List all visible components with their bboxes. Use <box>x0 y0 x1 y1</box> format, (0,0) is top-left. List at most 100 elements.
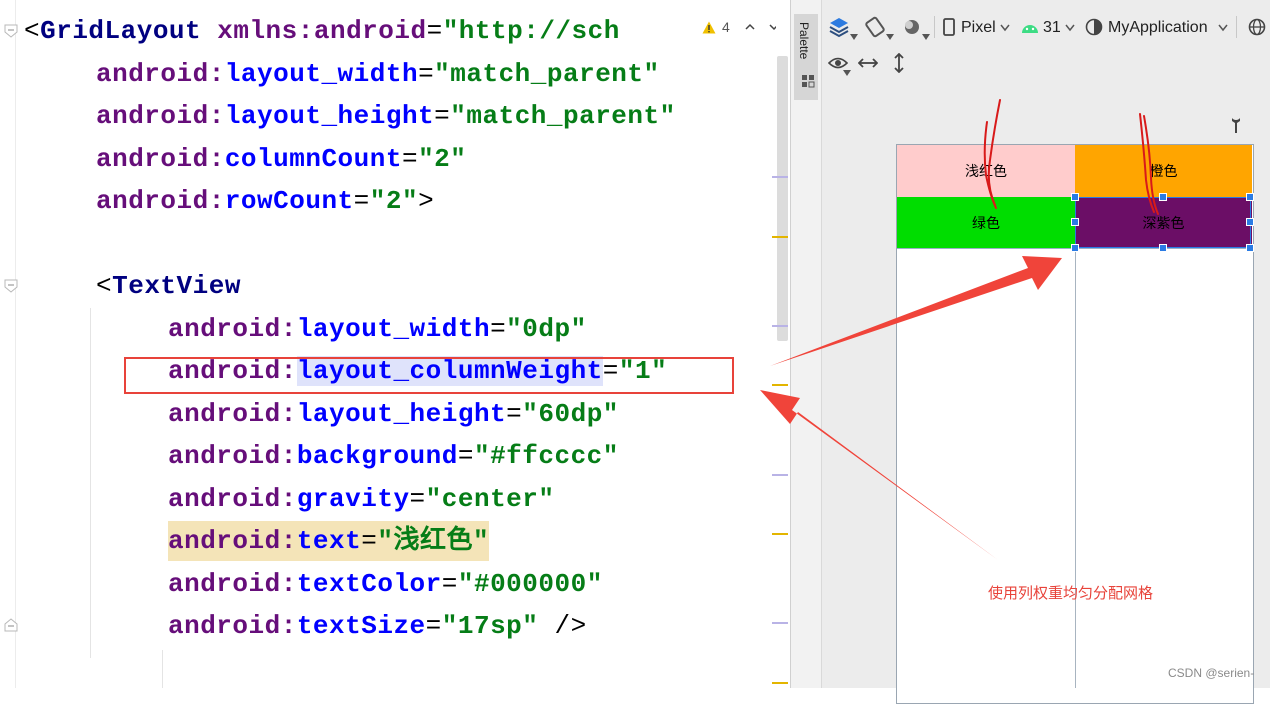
code-line[interactable]: android:columnCount="2" <box>96 139 466 179</box>
resize-handle[interactable] <box>1159 244 1167 252</box>
globe-icon[interactable] <box>1248 18 1266 36</box>
highlight-box-annotation <box>124 357 734 394</box>
vertical-resize-icon[interactable] <box>892 53 906 73</box>
code-token: "#ffcccc" <box>473 441 619 471</box>
code-token: "center" <box>425 483 555 514</box>
code-line[interactable]: android:background="#ffcccc" <box>168 436 619 476</box>
wrench-icon[interactable] <box>1228 116 1244 134</box>
caret-down-icon[interactable] <box>886 34 894 40</box>
code-token: android: <box>168 483 297 514</box>
indent-guide <box>90 308 91 658</box>
code-token: android: <box>96 101 225 131</box>
toolbar-separator <box>1236 16 1237 38</box>
code-token: "0dp" <box>506 313 587 344</box>
code-token: android: <box>168 398 297 429</box>
code-token: android: <box>168 526 297 556</box>
code-line[interactable]: android:textColor="#000000" <box>168 564 603 604</box>
code-token: android: <box>96 186 225 216</box>
code-line[interactable]: android:text="浅红色" <box>168 521 490 561</box>
fold-toggle-icon[interactable] <box>4 24 18 38</box>
layers-icon[interactable] <box>828 16 850 38</box>
code-token: = <box>434 101 451 131</box>
code-token: = <box>361 526 378 556</box>
code-token: < <box>96 271 113 301</box>
code-token: "17sp" <box>441 611 539 641</box>
code-token: android: <box>168 568 297 599</box>
preview-cell-light-red[interactable]: 浅红色 <box>897 145 1075 197</box>
resize-handle[interactable] <box>1246 218 1254 226</box>
api-level-selector[interactable]: 31 <box>1043 18 1061 38</box>
annotation-caption: 使用列权重均匀分配网格 <box>988 585 1154 602</box>
code-line[interactable]: android:layout_height="match_parent" <box>96 96 676 136</box>
code-token: textColor <box>296 568 442 599</box>
chevron-down-icon[interactable] <box>1218 24 1228 32</box>
chevron-down-icon[interactable] <box>1000 24 1010 32</box>
code-token: "2" <box>418 143 467 174</box>
preview-cell-orange[interactable]: 橙色 <box>1075 145 1252 197</box>
code-token: = <box>441 568 458 599</box>
code-token: = <box>490 313 507 344</box>
code-line[interactable]: android:layout_width="match_parent" <box>96 54 660 94</box>
toolbar-separator <box>934 16 935 38</box>
caret-down-icon[interactable] <box>922 34 930 40</box>
scroll-marker <box>772 533 788 535</box>
night-mode-icon[interactable] <box>902 17 922 37</box>
theme-selector[interactable]: MyApplication <box>1108 18 1208 38</box>
code-token: "60dp" <box>522 398 619 429</box>
eye-icon[interactable] <box>828 56 848 70</box>
code-token: = <box>353 186 370 216</box>
grid-line <box>1075 248 1076 688</box>
chevron-up-icon[interactable] <box>744 21 756 33</box>
caret-down-icon[interactable] <box>850 34 858 40</box>
scroll-marker <box>772 682 788 684</box>
fold-toggle-icon[interactable] <box>4 279 18 293</box>
resize-handle[interactable] <box>1246 193 1254 201</box>
resize-handle[interactable] <box>1246 244 1254 252</box>
code-token: xmlns: <box>217 16 314 46</box>
watermark: CSDN @serien- <box>1168 666 1255 680</box>
theme-icon <box>1085 18 1103 36</box>
code-line[interactable]: android:layout_height="60dp" <box>168 394 619 434</box>
phone-icon[interactable] <box>942 18 956 36</box>
palette-icon[interactable] <box>800 73 816 89</box>
code-token: android: <box>96 58 225 89</box>
code-token: rowCount <box>224 186 354 216</box>
code-token: android <box>313 16 427 46</box>
code-token: layout_width <box>296 313 491 344</box>
preview-cell-label: 浅红色 <box>965 163 1007 179</box>
orientation-icon[interactable] <box>864 16 886 38</box>
code-line[interactable]: android:textSize="17sp" /> <box>168 606 587 646</box>
horizontal-resize-icon[interactable] <box>858 56 878 70</box>
chevron-down-icon[interactable] <box>1065 24 1075 32</box>
code-token: gravity <box>296 483 410 514</box>
code-token: "match_parent" <box>450 101 676 131</box>
inspection-widget[interactable]: 4 <box>702 16 780 38</box>
code-token: columnCount <box>224 143 402 174</box>
editor-scrollbar-thumb[interactable] <box>777 56 788 341</box>
device-selector[interactable]: Pixel <box>961 18 996 38</box>
warning-icon <box>702 21 716 33</box>
preview-cell-green[interactable]: 绿色 <box>897 197 1075 248</box>
resize-handle[interactable] <box>1071 218 1079 226</box>
code-token: = <box>457 441 474 471</box>
resize-handle[interactable] <box>1071 244 1079 252</box>
code-editor[interactable]: <GridLayout xmlns:android="http://sch and… <box>0 0 790 688</box>
scroll-marker <box>772 325 788 327</box>
code-token: layout_height <box>296 398 507 429</box>
scroll-marker <box>772 176 788 178</box>
code-token: < <box>24 16 41 46</box>
caret-down-icon[interactable] <box>843 70 851 76</box>
editor-gutter <box>15 0 16 688</box>
code-token: = <box>426 16 443 46</box>
code-line[interactable]: android:rowCount="2"> <box>96 181 434 221</box>
code-line[interactable]: <TextView <box>96 266 241 306</box>
resize-handle[interactable] <box>1159 193 1167 201</box>
code-line[interactable]: <GridLayout xmlns:android="http://sch <box>24 11 620 51</box>
fold-toggle-icon[interactable] <box>4 618 18 632</box>
palette-tab-label[interactable]: Palette <box>797 22 811 59</box>
code-line[interactable]: android:layout_width="0dp" <box>168 309 587 349</box>
code-token: android: <box>168 441 297 471</box>
code-line[interactable]: android:gravity="center" <box>168 479 554 519</box>
resize-handle[interactable] <box>1071 193 1079 201</box>
